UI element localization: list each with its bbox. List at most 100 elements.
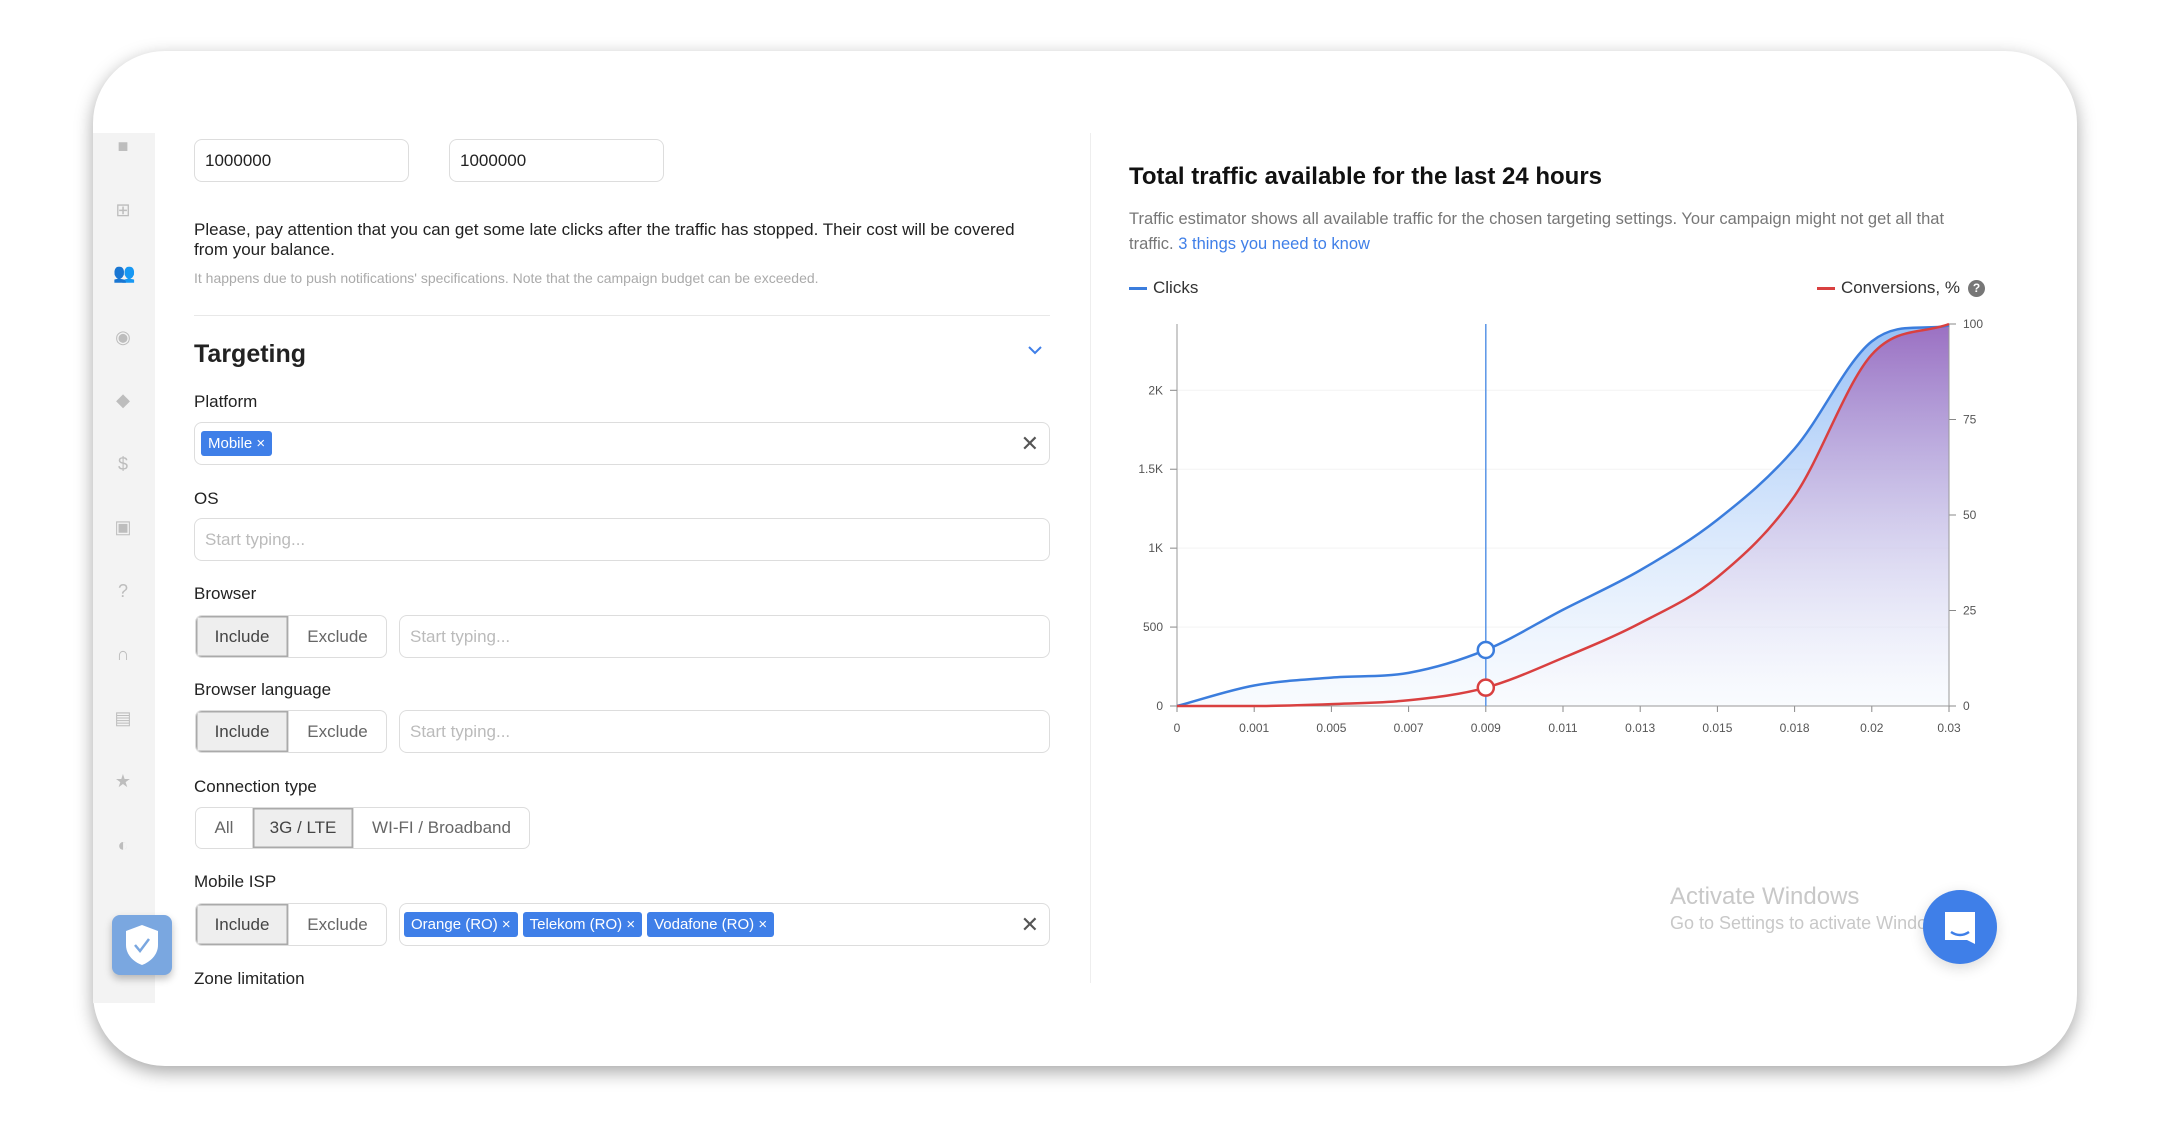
help-icon[interactable]: ? [1968, 279, 1985, 297]
legend-clicks: Clicks [1129, 278, 1198, 298]
os-input[interactable]: Start typing... [194, 518, 1050, 561]
x-tick-label: 0.015 [1702, 721, 1732, 735]
help-icon[interactable]: ? [113, 581, 133, 601]
x-tick-label: 0.011 [1548, 721, 1577, 735]
x-tick-label: 0.009 [1471, 721, 1501, 735]
daily-budget-value: 1000000 [205, 150, 272, 170]
browser-label: Browser [194, 584, 257, 603]
star-icon[interactable]: ★ [113, 771, 133, 791]
y-right-tick-label: 0 [1963, 699, 1970, 713]
chevron-down-icon[interactable] [1025, 340, 1045, 360]
conversions-swatch [1816, 286, 1835, 290]
chip-vodafone[interactable]: Vodafone (RO) × [647, 912, 775, 937]
daily-budget-input[interactable]: 1000000 [194, 139, 409, 182]
connection-type-toggle: All 3G / LTE WI-FI / Broadband [195, 807, 530, 849]
wallet-icon[interactable]: ▣ [113, 517, 133, 537]
referral-icon[interactable]: ◐ [113, 835, 133, 855]
browser-language-mode-toggle: Include Exclude [195, 710, 387, 753]
x-tick-label: 0.018 [1780, 721, 1810, 735]
os-label: OS [194, 489, 219, 508]
traffic-description: Traffic estimator shows all available tr… [1129, 207, 1989, 257]
mobile-isp-exclude-button[interactable]: Exclude [289, 904, 386, 945]
eye-icon[interactable]: ◉ [113, 327, 133, 347]
y-right-tick-label: 75 [1963, 413, 1977, 427]
platform-select[interactable]: Mobile × ✕ [194, 422, 1050, 465]
x-tick-label: 0.007 [1394, 721, 1424, 735]
legend-conversions: Conversions, % ? [1816, 278, 1985, 298]
divider [194, 315, 1050, 316]
traffic-chart[interactable]: 0 500 1K 1.5K 2K 0 25 50 75 100 0 0.001 0.005 0.007 0.… [1120, 310, 2000, 750]
clicks-swatch [1129, 286, 1147, 290]
late-clicks-notice: Please, pay attention that you can get s… [194, 220, 1015, 259]
y-right-tick-label: 25 [1963, 604, 1977, 618]
headset-icon[interactable]: ∩ [113, 644, 133, 664]
browser-language-label: Browser language [194, 680, 332, 699]
connection-type-label: Connection type [194, 777, 317, 796]
chip-label: Orange (RO) [411, 916, 498, 933]
browser-language-placeholder: Start typing... [410, 721, 511, 741]
chip-label: Mobile [208, 435, 253, 452]
connection-all-button[interactable]: All [196, 808, 253, 848]
chat-icon [1945, 912, 1975, 944]
users-icon[interactable]: 👥 [113, 263, 135, 283]
briefcase-icon[interactable]: ■ [113, 136, 133, 156]
x-tick-label: 0.005 [1316, 721, 1346, 735]
clear-icon[interactable]: ✕ [1021, 431, 1039, 457]
x-tick-label: 0.03 [1937, 721, 1961, 735]
watermark-title: Activate Windows [1670, 883, 1860, 910]
mobile-isp-include-button[interactable]: Include [196, 904, 289, 945]
browser-language-input[interactable]: Start typing... [399, 710, 1050, 753]
zone-limitation-label: Zone limitation [194, 969, 305, 988]
chip-telekom[interactable]: Telekom (RO) × [522, 912, 643, 937]
y-left-tick-label: 500 [1143, 620, 1163, 634]
gift-icon[interactable]: ▤ [113, 708, 133, 728]
total-budget-value: 1000000 [460, 150, 527, 170]
clear-icon[interactable]: ✕ [1021, 912, 1039, 938]
watermark-subtitle: Go to Settings to activate Windows. [1670, 913, 1955, 933]
y-left-tick-label: 2K [1148, 383, 1163, 397]
y-left-tick-label: 0 [1156, 699, 1163, 713]
chip-label: Vodafone (RO) [654, 916, 755, 933]
browser-language-include-button[interactable]: Include [196, 711, 289, 752]
targeting-title: Targeting [194, 340, 307, 368]
browser-input[interactable]: Start typing... [399, 615, 1050, 658]
chip-orange[interactable]: Orange (RO) × [404, 912, 518, 937]
security-badge[interactable] [112, 915, 172, 975]
chip-mobile[interactable]: Mobile × [201, 431, 273, 456]
tag-icon[interactable]: ◆ [113, 390, 133, 410]
x-tick-label: 0.001 [1239, 721, 1269, 735]
clicks-hover-point [1476, 640, 1496, 660]
browser-placeholder: Start typing... [410, 626, 511, 646]
late-clicks-subnotice: It happens due to push notifications' sp… [194, 270, 819, 286]
mobile-isp-select[interactable]: Orange (RO) × Telekom (RO) × Vodafone (R… [399, 903, 1050, 946]
x-tick-label: 0 [1174, 721, 1181, 735]
y-left-tick-label: 1.5K [1138, 462, 1163, 476]
conversions-hover-point [1476, 678, 1496, 697]
legend-clicks-label: Clicks [1153, 278, 1199, 297]
connection-wifi-button[interactable]: WI-FI / Broadband [354, 808, 529, 848]
mobile-isp-label: Mobile ISP [194, 872, 277, 891]
platform-label: Platform [194, 392, 258, 411]
plus-box-icon[interactable]: ⊞ [113, 200, 133, 220]
connection-3g-lte-button[interactable]: 3G / LTE [253, 808, 354, 848]
shield-check-icon [126, 925, 158, 965]
traffic-title: Total traffic available for the last 24 … [1129, 163, 1603, 190]
windows-watermark: Activate Windows Go to Settings to activ… [1670, 883, 1954, 934]
dollar-icon[interactable]: $ [113, 454, 133, 474]
browser-include-button[interactable]: Include [196, 616, 289, 657]
chip-label: Telekom (RO) [529, 916, 623, 933]
os-placeholder: Start typing... [205, 529, 306, 549]
y-left-tick-label: 1K [1148, 541, 1163, 555]
chat-button[interactable] [1923, 890, 1997, 964]
browser-language-exclude-button[interactable]: Exclude [289, 711, 386, 752]
mobile-isp-mode-toggle: Include Exclude [195, 903, 387, 946]
legend-conversions-label: Conversions, % [1840, 278, 1960, 297]
browser-exclude-button[interactable]: Exclude [289, 616, 386, 657]
y-right-tick-label: 100 [1963, 317, 1983, 331]
column-divider [1090, 133, 1091, 983]
things-to-know-link[interactable]: 3 things you need to know [1178, 235, 1370, 253]
total-budget-input[interactable]: 1000000 [449, 139, 664, 182]
x-tick-label: 0.02 [1860, 721, 1884, 735]
y-right-tick-label: 50 [1963, 508, 1977, 522]
browser-mode-toggle: Include Exclude [195, 615, 387, 658]
